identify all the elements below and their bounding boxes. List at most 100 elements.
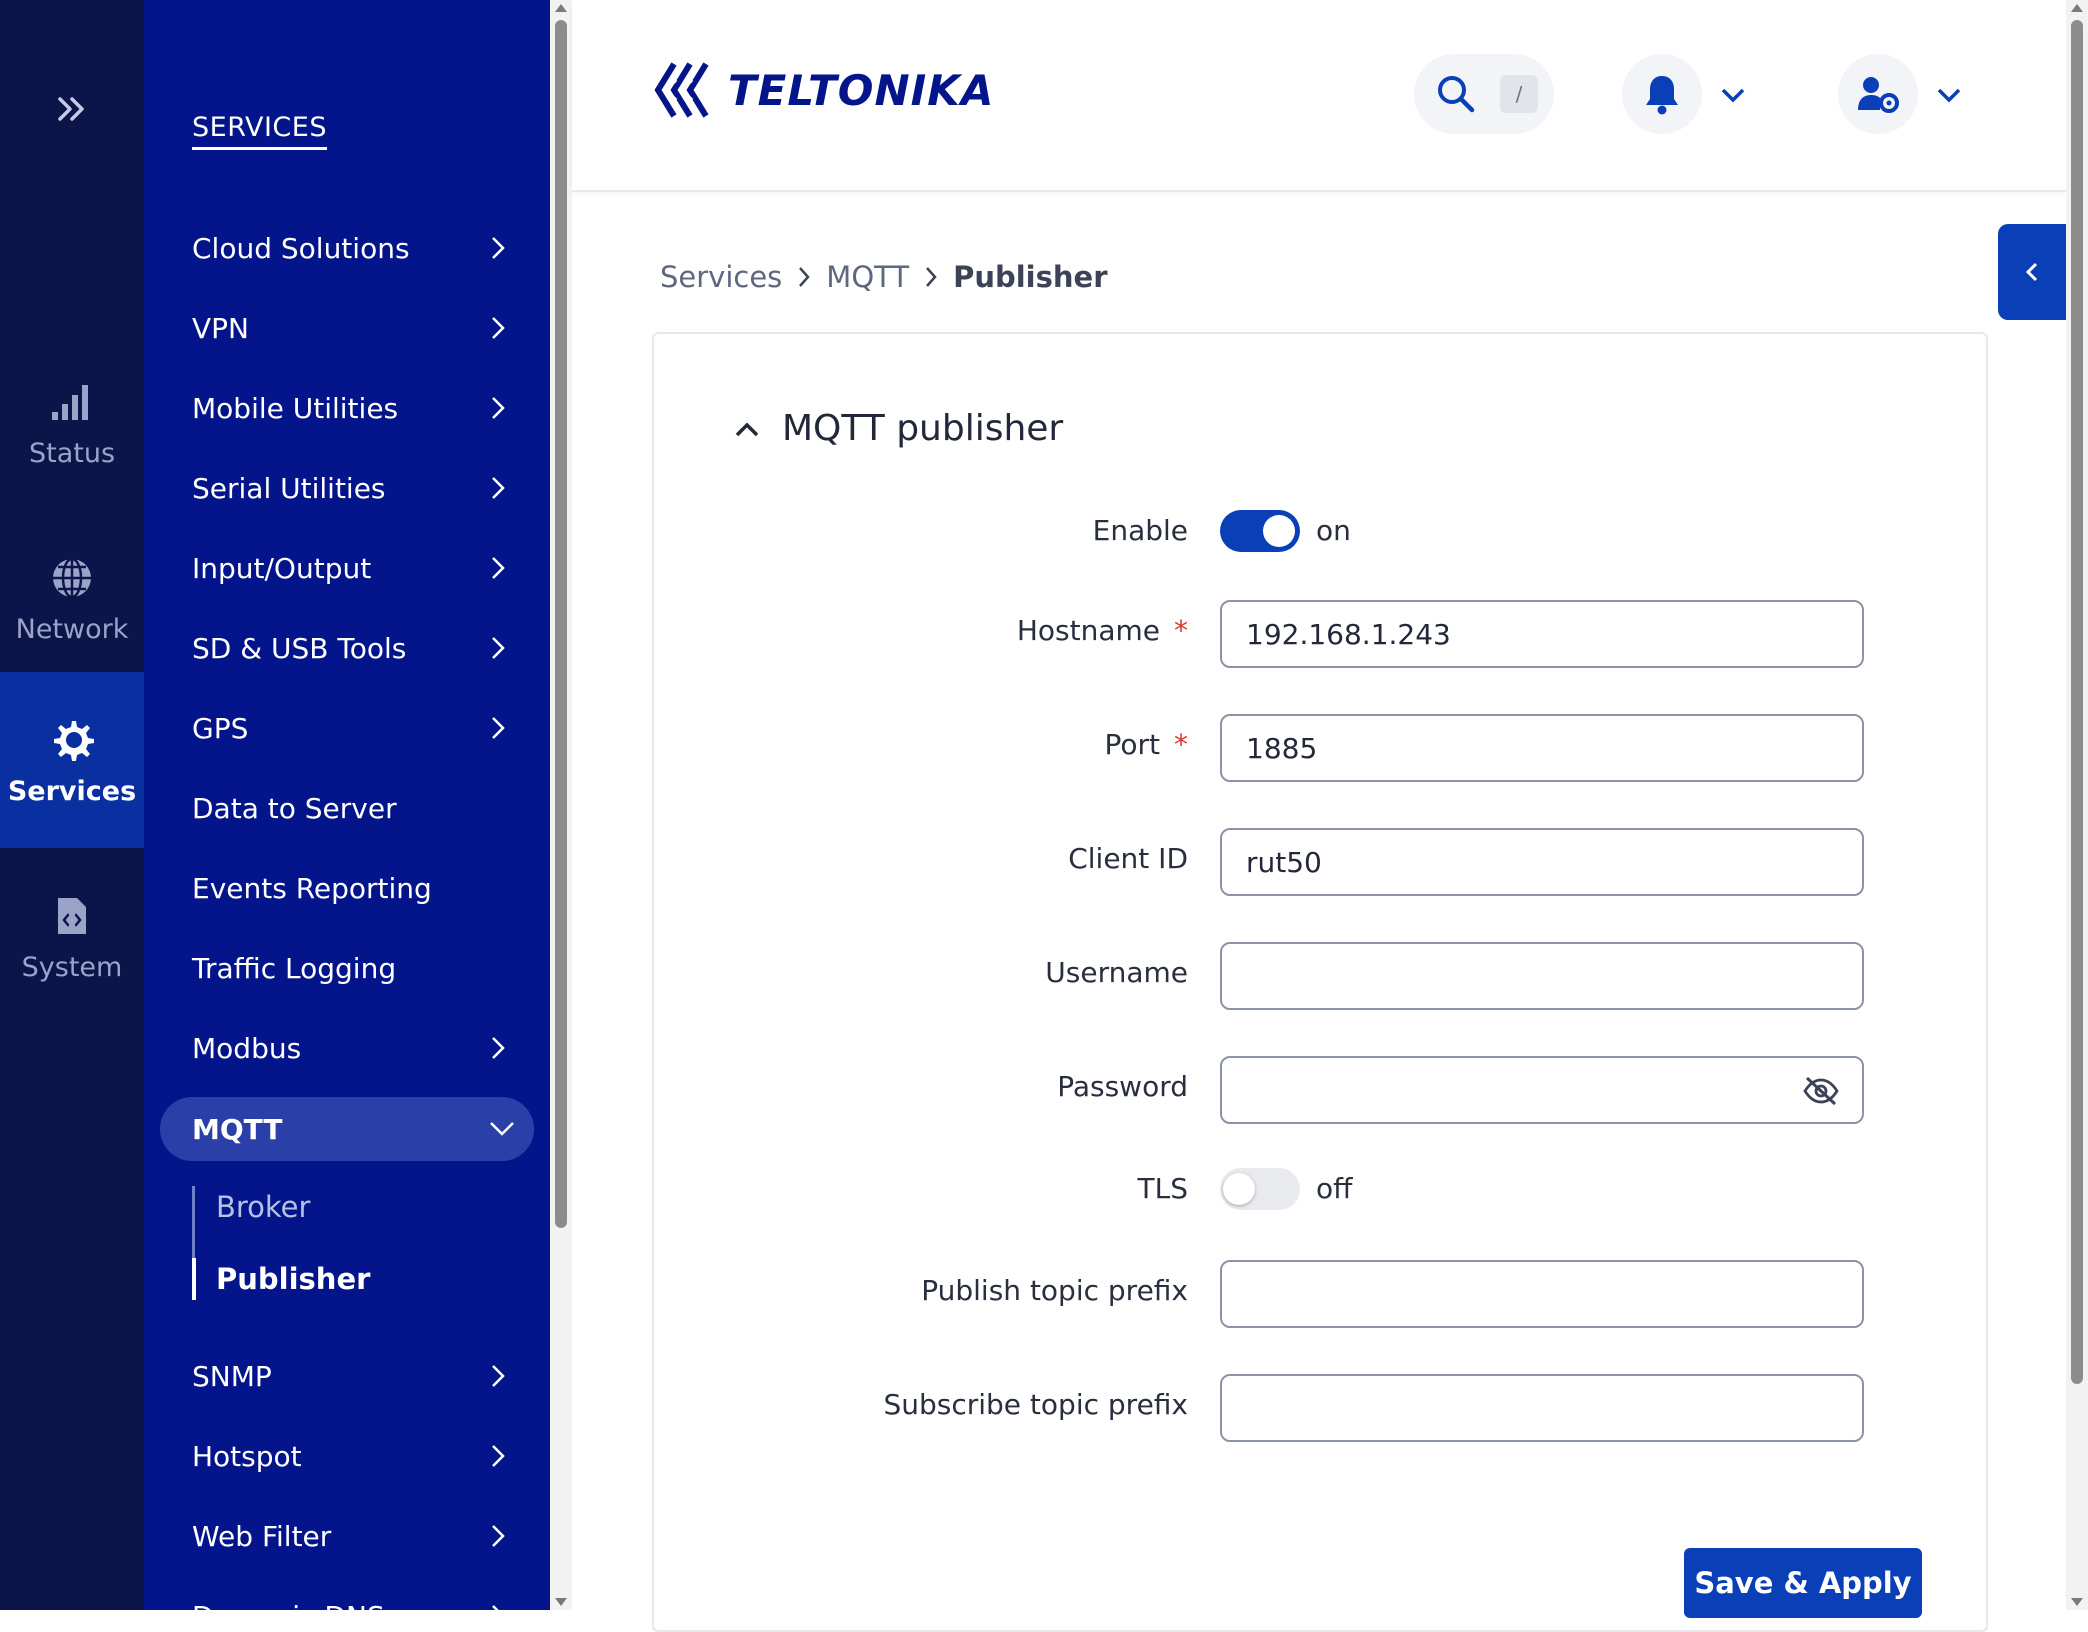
- menu-item-label: SD & USB Tools: [192, 631, 407, 665]
- menu-item-modbus[interactable]: Modbus: [144, 1012, 550, 1084]
- submenu-item-broker[interactable]: Broker: [216, 1190, 310, 1224]
- menu-item-label: Dynamic DNS: [192, 1600, 385, 1611]
- menu-item-label: Events Reporting: [192, 871, 432, 905]
- teltonika-mark-icon: [654, 62, 709, 118]
- menu-item-dynamic-dns[interactable]: Dynamic DNS: [144, 1580, 550, 1610]
- menu-item-web-filter[interactable]: Web Filter: [144, 1500, 550, 1572]
- menu-item-mqtt[interactable]: MQTT: [160, 1097, 534, 1161]
- enable-toggle[interactable]: [1220, 510, 1300, 552]
- hostname-input[interactable]: 192.168.1.243: [1220, 600, 1864, 668]
- hostname-label: Hostname *: [1016, 614, 1188, 647]
- chevron-right-icon: [492, 477, 505, 499]
- password-input[interactable]: [1220, 1056, 1864, 1124]
- eye-slash-icon: [1803, 1076, 1839, 1106]
- password-label: Password: [1057, 1070, 1188, 1103]
- menu-item-gps[interactable]: GPS: [144, 692, 550, 764]
- breadcrumb-services[interactable]: Services: [660, 260, 782, 294]
- search-button[interactable]: /: [1414, 54, 1554, 134]
- menu-item-label: Web Filter: [192, 1519, 332, 1553]
- chevron-right-icon: [492, 1445, 505, 1467]
- notifications-dropdown[interactable]: [1718, 80, 1748, 110]
- menu-item-label: GPS: [192, 711, 249, 745]
- menu-item-label: Hotspot: [192, 1439, 302, 1473]
- rail-label: Services: [7, 775, 137, 807]
- chevron-down-icon: [490, 1122, 514, 1136]
- top-header: TELTONIKA /: [572, 0, 2066, 192]
- tls-toggle[interactable]: [1220, 1168, 1300, 1210]
- menu-item-label: SNMP: [192, 1359, 272, 1393]
- menu-item-traffic-logging[interactable]: Traffic Logging: [144, 932, 550, 1004]
- notifications-button[interactable]: [1622, 54, 1702, 134]
- page-scrollbar[interactable]: [2066, 0, 2088, 1610]
- publish-topic-prefix-input[interactable]: [1220, 1260, 1864, 1328]
- menu-scrollbar[interactable]: [550, 0, 572, 1610]
- menu-item-snmp[interactable]: SNMP: [144, 1340, 550, 1412]
- toggle-password-visibility[interactable]: [1802, 1074, 1840, 1108]
- publish-topic-prefix-label: Publish topic prefix: [921, 1274, 1188, 1307]
- chevron-right-icon: [492, 317, 505, 339]
- menu-item-label: Cloud Solutions: [192, 231, 410, 265]
- save-apply-button[interactable]: Save & Apply: [1684, 1548, 1922, 1618]
- rail-item-status[interactable]: Status: [0, 334, 144, 510]
- menu-item-vpn[interactable]: VPN: [144, 292, 550, 364]
- signal-bars-icon: [52, 384, 88, 420]
- breadcrumb: Services MQTT Publisher: [660, 260, 1108, 294]
- submenu-item-publisher[interactable]: Publisher: [216, 1262, 370, 1296]
- submenu-active-indicator: [192, 1258, 196, 1300]
- chevron-right-icon: [492, 1525, 505, 1547]
- chevron-right-icon: [492, 557, 505, 579]
- menu-item-mobile-utilities[interactable]: Mobile Utilities: [144, 372, 550, 444]
- menu-item-sd-usb-tools[interactable]: SD & USB Tools: [144, 612, 550, 684]
- enable-state: on: [1316, 514, 1351, 547]
- search-icon: [1438, 76, 1475, 113]
- menu-item-label: MQTT: [192, 1112, 283, 1146]
- gear-icon: [54, 720, 94, 761]
- client-id-label: Client ID: [1068, 842, 1188, 875]
- menu-item-label: Mobile Utilities: [192, 391, 399, 425]
- tls-state: off: [1316, 1172, 1353, 1205]
- user-menu-dropdown[interactable]: [1934, 80, 1964, 110]
- mqtt-publisher-card: MQTT publisher Enable on Hostname * 192.1…: [652, 332, 1988, 1632]
- port-input[interactable]: 1885: [1220, 714, 1864, 782]
- menu-item-events-reporting[interactable]: Events Reporting: [144, 852, 550, 924]
- chevron-down-icon: [1721, 88, 1745, 103]
- port-label: Port *: [1104, 728, 1188, 761]
- subscribe-topic-prefix-input[interactable]: [1220, 1374, 1864, 1442]
- chevron-right-icon: [492, 1605, 499, 1610]
- section-toggle[interactable]: MQTT publisher: [734, 408, 1063, 449]
- chevron-right-icon: [492, 397, 505, 419]
- chevron-down-icon: [1937, 88, 1961, 103]
- collapse-panel-button[interactable]: [1998, 224, 2066, 320]
- menu-item-serial-utilities[interactable]: Serial Utilities: [144, 452, 550, 524]
- section-title: MQTT publisher: [782, 408, 1064, 449]
- rail-label: System: [21, 951, 123, 983]
- menu-item-data-to-server[interactable]: Data to Server: [144, 772, 550, 844]
- double-chevron-right-icon: [58, 97, 84, 121]
- rail-item-system[interactable]: System: [0, 848, 144, 1024]
- menu-item-label: Data to Server: [192, 791, 397, 825]
- breadcrumb-mqtt[interactable]: MQTT: [826, 260, 909, 294]
- client-id-input[interactable]: rut50: [1220, 828, 1864, 896]
- chevron-right-icon: [799, 267, 810, 287]
- username-input[interactable]: [1220, 942, 1864, 1010]
- menu-item-label: Traffic Logging: [192, 951, 397, 985]
- rail-item-services[interactable]: Services: [0, 672, 144, 848]
- menu-title: SERVICES: [192, 112, 327, 150]
- rail-item-network[interactable]: Network: [0, 510, 144, 686]
- chevron-right-icon: [926, 267, 937, 287]
- logo-text: TELTONIKA: [728, 65, 995, 115]
- menu-item-hotspot[interactable]: Hotspot: [144, 1420, 550, 1492]
- teltonika-logo[interactable]: TELTONIKA: [652, 58, 994, 122]
- chevron-right-icon: [492, 1365, 505, 1387]
- menu-item-input-output[interactable]: Input/Output: [144, 532, 550, 604]
- chevron-right-icon: [492, 717, 505, 739]
- username-label: Username: [1045, 956, 1188, 989]
- expand-rail-button[interactable]: [0, 78, 144, 140]
- user-settings-button[interactable]: [1838, 54, 1918, 134]
- chevron-right-icon: [492, 637, 505, 659]
- menu-item-label: Serial Utilities: [192, 471, 386, 505]
- rail-label: Network: [15, 613, 129, 645]
- menu-item-cloud-solutions[interactable]: Cloud Solutions: [144, 212, 550, 284]
- breadcrumb-publisher: Publisher: [953, 260, 1108, 294]
- enable-label: Enable: [1092, 514, 1188, 547]
